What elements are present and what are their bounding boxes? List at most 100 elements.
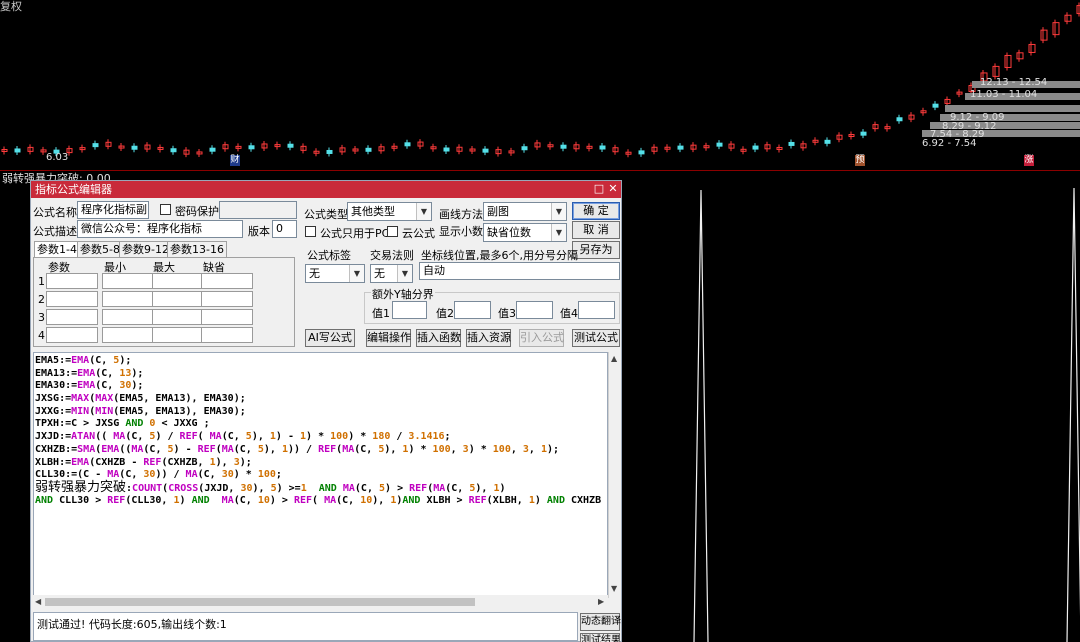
cloud-formula-checkbox[interactable] [387, 226, 398, 237]
param-max-input[interactable] [152, 291, 204, 307]
param-row-label: 3 [38, 311, 45, 324]
code-line[interactable]: JXXG:=MIN(MIN(EMA5, EMA13), EMA30); [35, 406, 607, 419]
kline-chart[interactable]: 复权 12.13 - 12.54 11.03 - 11.04 9.12 - 9.… [0, 0, 1080, 170]
code-horizontal-scrollbar[interactable]: ◀ ▶ [33, 595, 608, 608]
param-max-input[interactable] [152, 309, 204, 325]
pc-only-checkbox[interactable] [305, 226, 316, 237]
coord-line-label: 坐标线位置,最多6个,用分号分隔 [421, 249, 578, 262]
scroll-left-icon[interactable]: ◀ [35, 597, 41, 606]
param-min-input[interactable] [102, 309, 154, 325]
code-line[interactable]: AND CLL30 > REF(CLL30, 1) AND MA(C, 10) … [35, 495, 607, 508]
scroll-thumb[interactable] [45, 598, 475, 606]
yaxis-value-3-input[interactable] [516, 301, 553, 319]
param-default-input[interactable] [201, 273, 253, 289]
cancel-button[interactable]: 取 消 [572, 221, 620, 239]
password-input[interactable] [219, 201, 297, 219]
param-default-input[interactable] [201, 291, 253, 307]
param-table: 参数 最小 最大 缺省 1 2 3 4 [33, 257, 295, 347]
param-name-input[interactable] [46, 327, 98, 343]
formula-code-editor[interactable]: EMA5:=EMA(C, 5); EMA13:=EMA(C, 13); EMA30:… [33, 352, 608, 598]
chevron-down-icon[interactable]: ▼ [416, 203, 431, 220]
param-name-input[interactable] [46, 309, 98, 325]
param-min-input[interactable] [102, 273, 154, 289]
param-name-input[interactable] [46, 291, 98, 307]
test-formula-button[interactable]: 测试公式 [572, 329, 620, 347]
test-result-button[interactable]: 测试结果 [580, 633, 620, 642]
save-as-button[interactable]: 另存为 [572, 241, 620, 259]
code-token: MAX [95, 393, 114, 405]
chevron-down-icon[interactable]: ▼ [551, 224, 566, 241]
param-min-input[interactable] [102, 327, 154, 343]
scroll-up-icon[interactable]: ▲ [611, 354, 617, 363]
finance-marker-icon[interactable]: 财 [230, 155, 240, 166]
editor-titlebar[interactable]: 指标公式编辑器 □ ✕ [31, 181, 621, 198]
scroll-right-icon[interactable]: ▶ [598, 597, 604, 606]
tab-params-5-8[interactable]: 参数5-8 [77, 241, 123, 258]
param-name-input[interactable] [46, 273, 98, 289]
formula-type-select[interactable]: 其他类型 ▼ [347, 202, 432, 221]
ok-button[interactable]: 确 定 [572, 202, 620, 220]
insert-resource-button[interactable]: 插入资源 [466, 329, 511, 347]
param-min-input[interactable] [102, 291, 154, 307]
panel-divider[interactable] [0, 170, 1080, 171]
param-default-input[interactable] [201, 327, 253, 343]
forecast-marker-icon[interactable]: 预 [855, 155, 865, 166]
formula-name-input[interactable]: 程序化指标副 [77, 201, 149, 219]
draw-method-select[interactable]: 副图 ▼ [483, 202, 567, 221]
param-max-input[interactable] [152, 327, 204, 343]
low-price-label: 6.03 [46, 152, 69, 163]
candle-body [1052, 22, 1060, 36]
coord-line-input[interactable]: 自动 [419, 262, 620, 280]
formula-editor-window[interactable]: 指标公式编辑器 □ ✕ 公式名称 程序化指标副 密码保护 公式类型 其他类型 ▼… [30, 180, 622, 642]
edit-ops-button[interactable]: 编辑操作 [366, 329, 411, 347]
tab-params-9-12[interactable]: 参数9-12 [119, 241, 172, 258]
maximize-icon[interactable]: □ [593, 183, 605, 195]
code-token: ) - [275, 431, 301, 443]
param-max-input[interactable] [152, 273, 204, 289]
formula-desc-input[interactable]: 微信公众号：程序化指标 [77, 220, 243, 238]
code-line[interactable]: JXSG:=MAX(MAX(EMA5, EMA13), EMA30); [35, 393, 607, 406]
formula-tag-select[interactable]: 无 ▼ [305, 264, 365, 283]
code-line[interactable]: TPXH:=C > JXSG AND 0 < JXXG ; [35, 418, 607, 431]
dynamic-translate-button[interactable]: 动态翻译 [580, 613, 621, 631]
limit-up-marker-icon[interactable]: 涨 [1024, 155, 1034, 166]
code-line[interactable]: EMA5:=EMA(C, 5); [35, 355, 607, 368]
password-protect-checkbox[interactable] [160, 204, 171, 215]
code-line[interactable]: JXJD:=ATAN(( MA(C, 5) / REF( MA(C, 5), 1… [35, 431, 607, 444]
code-vertical-scrollbar[interactable]: ▲ ▼ [608, 352, 620, 598]
code-token: (( [119, 443, 132, 455]
code-token: ), [252, 482, 271, 494]
import-formula-button[interactable]: 引入公式 [519, 329, 564, 347]
code-token: ) * [348, 431, 373, 443]
candle-body [560, 144, 567, 149]
version-input[interactable]: 0 [272, 220, 297, 238]
chevron-down-icon[interactable]: ▼ [349, 265, 364, 282]
yaxis-value-2-input[interactable] [454, 301, 491, 319]
param-row-label: 4 [38, 329, 45, 342]
yaxis-value-1-input[interactable] [392, 301, 427, 319]
decimals-select[interactable]: 缺省位数 ▼ [483, 223, 567, 242]
ai-write-button[interactable]: AI写公式 [305, 329, 355, 347]
code-token: REF [293, 494, 313, 506]
code-line[interactable]: XLBH:=EMA(CXHZB - REF(CXHZB, 1), 3); [35, 457, 607, 470]
param-default-input[interactable] [201, 309, 253, 325]
chart-mode-label: 复权 [0, 0, 22, 13]
close-icon[interactable]: ✕ [607, 183, 619, 195]
yaxis-value-4-input[interactable] [578, 301, 615, 319]
code-line[interactable]: EMA13:=EMA(C, 13); [35, 368, 607, 381]
code-token: EMA [77, 367, 96, 379]
code-token: ); [119, 355, 132, 366]
trade-rule-select[interactable]: 无 ▼ [370, 264, 413, 283]
code-token: (EMA5, EMA13), EMA30); [113, 405, 246, 417]
code-line[interactable]: CXHZB:=SMA(EMA((MA(C, 5) - REF(MA(C, 5),… [35, 444, 607, 457]
code-line[interactable]: 弱转强暴力突破:COUNT(CROSS(JXJD, 30), 5) >=1 AN… [35, 481, 607, 495]
tab-params-13-16[interactable]: 参数13-16 [167, 241, 227, 258]
chevron-down-icon[interactable]: ▼ [397, 265, 412, 282]
chevron-down-icon[interactable]: ▼ [551, 203, 566, 220]
code-line[interactable]: EMA30:=EMA(C, 30); [35, 380, 607, 393]
scroll-down-icon[interactable]: ▼ [611, 584, 617, 593]
code-token: REF [409, 482, 428, 494]
tab-params-1-4[interactable]: 参数1-4 [34, 241, 80, 258]
insert-function-button[interactable]: 插入函数 [416, 329, 461, 347]
candle-body [170, 148, 177, 153]
